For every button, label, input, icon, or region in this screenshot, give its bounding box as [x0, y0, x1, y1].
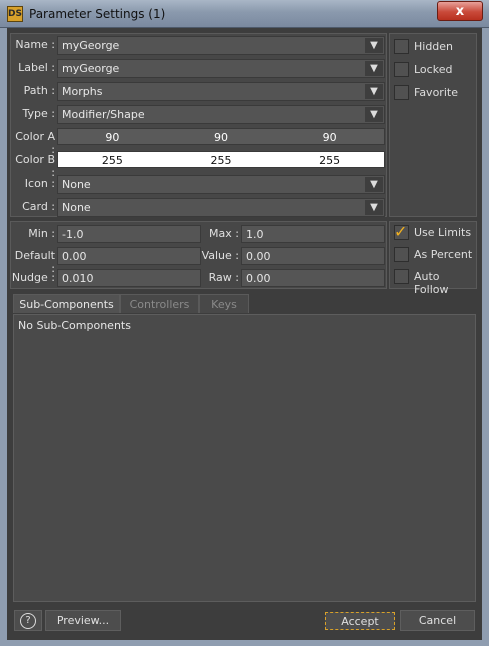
nudge-field[interactable]: 0.010 [57, 269, 201, 287]
card-label: Card : [22, 200, 55, 213]
color-b-red: 255 [101, 154, 123, 167]
chevron-down-icon[interactable]: ▼ [365, 177, 383, 192]
color-b-blue: 255 [319, 154, 341, 167]
use-limits-label: Use Limits [414, 226, 472, 239]
daz-studio-logo-icon: DS [7, 6, 23, 22]
label-value: myGeorge [62, 62, 120, 75]
property-panel: Name : myGeorge ▼ Label : myGeorge ▼ Pat… [10, 33, 387, 217]
max-label: Max : [209, 227, 239, 240]
min-field[interactable]: -1.0 [57, 225, 201, 243]
hidden-checkbox[interactable] [394, 39, 409, 54]
flags-panel: Hidden Locked Favorite [389, 33, 477, 217]
tab-keys[interactable]: Keys [199, 294, 249, 313]
window-frame-bottom [0, 640, 489, 646]
color-b-green: 255 [210, 154, 232, 167]
preview-button[interactable]: Preview... [45, 610, 121, 631]
window-title: Parameter Settings (1) [29, 7, 166, 21]
accept-button[interactable]: Accept [325, 612, 395, 630]
card-dropdown[interactable]: None ▼ [57, 198, 385, 217]
color-b-label: Color B : [15, 153, 55, 179]
value-field[interactable]: 0.00 [241, 247, 385, 265]
value-label: Value : [201, 249, 239, 262]
min-label: Min : [28, 227, 55, 240]
locked-checkbox[interactable] [394, 62, 409, 77]
help-button[interactable]: ? [14, 610, 42, 631]
max-field[interactable]: 1.0 [241, 225, 385, 243]
path-dropdown[interactable]: Morphs ▼ [57, 82, 385, 101]
name-value: myGeorge [62, 39, 120, 52]
window-frame-left [0, 28, 7, 646]
color-a-green: 90 [214, 131, 228, 144]
empty-state-text: No Sub-Components [18, 319, 131, 332]
tab-controllers[interactable]: Controllers [120, 294, 199, 313]
raw-label: Raw : [208, 271, 239, 284]
chevron-down-icon[interactable]: ▼ [365, 61, 383, 76]
title-bar: DS Parameter Settings (1) x [0, 0, 489, 28]
type-label: Type : [22, 107, 55, 120]
auto-follow-checkbox[interactable] [394, 269, 409, 284]
hidden-label: Hidden [414, 40, 454, 53]
chevron-down-icon[interactable]: ▼ [365, 38, 383, 53]
nudge-label: Nudge : [11, 271, 55, 284]
checkmark-icon: ✓ [394, 222, 408, 241]
color-b-swatch[interactable]: 255 255 255 [57, 151, 385, 168]
type-value: Modifier/Shape [62, 108, 145, 121]
close-button[interactable]: x [437, 1, 483, 21]
type-dropdown[interactable]: Modifier/Shape ▼ [57, 105, 385, 124]
color-a-red: 90 [105, 131, 120, 144]
limit-options-panel: ✓ Use Limits As Percent Auto Follow [389, 221, 477, 296]
dialog-body: Name : myGeorge ▼ Label : myGeorge ▼ Pat… [7, 28, 482, 640]
cancel-button[interactable]: Cancel [400, 610, 475, 631]
as-percent-label: As Percent [414, 248, 473, 261]
path-value: Morphs [62, 85, 103, 98]
icon-value: None [62, 178, 91, 191]
path-label: Path : [23, 84, 55, 97]
card-value: None [62, 201, 91, 214]
sub-components-panel: No Sub-Components [13, 314, 476, 602]
help-icon: ? [20, 612, 36, 629]
label-field[interactable]: myGeorge ▼ [57, 59, 385, 78]
chevron-down-icon[interactable]: ▼ [365, 84, 383, 99]
use-limits-checkbox[interactable]: ✓ [394, 222, 409, 241]
name-field[interactable]: myGeorge ▼ [57, 36, 385, 55]
raw-field[interactable]: 0.00 [241, 269, 385, 287]
color-a-swatch[interactable]: 90 90 90 [57, 128, 385, 145]
chevron-down-icon[interactable]: ▼ [365, 107, 383, 122]
icon-dropdown[interactable]: None ▼ [57, 175, 385, 194]
chevron-down-icon[interactable]: ▼ [365, 200, 383, 215]
limits-panel: Min : -1.0 Max : 1.0 Default : 0.00 Valu… [10, 221, 387, 289]
favorite-label: Favorite [414, 86, 458, 99]
label-label: Label : [18, 61, 55, 74]
tab-sub-components[interactable]: Sub-Components [13, 294, 120, 313]
as-percent-checkbox[interactable] [394, 247, 409, 262]
window-frame-right [482, 28, 489, 646]
locked-label: Locked [414, 63, 453, 76]
icon-label: Icon : [24, 177, 55, 190]
default-field[interactable]: 0.00 [57, 247, 201, 265]
color-a-blue: 90 [322, 131, 337, 144]
auto-follow-label: Auto Follow [414, 270, 449, 296]
name-label: Name : [15, 38, 55, 51]
favorite-checkbox[interactable] [394, 85, 409, 100]
